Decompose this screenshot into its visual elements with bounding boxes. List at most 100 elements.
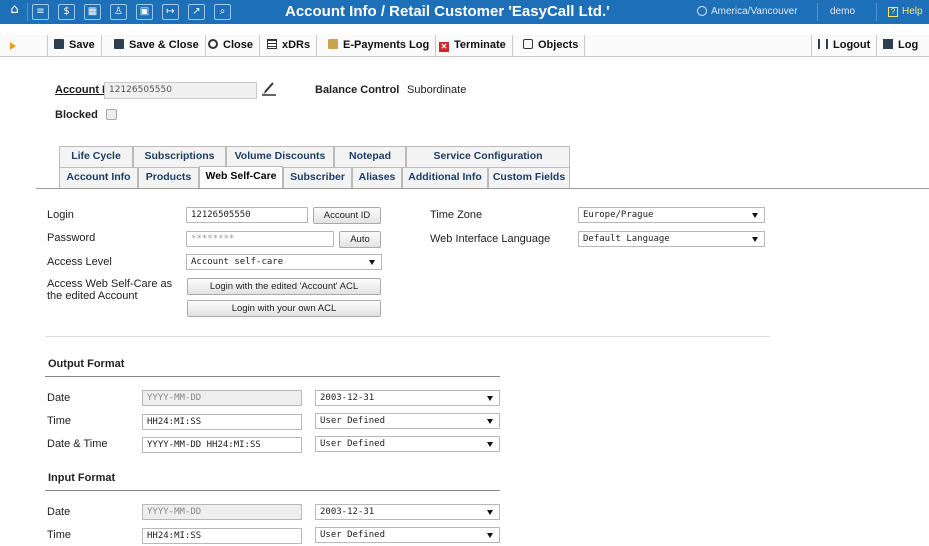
- input-time-input[interactable]: HH24:MI:SS: [142, 528, 302, 544]
- input-date-select[interactable]: 2003-12-31: [315, 504, 500, 520]
- export-icon[interactable]: ↦: [162, 4, 179, 20]
- tab-custom-fields[interactable]: Custom Fields: [488, 167, 570, 188]
- access-level-value: Account self-care: [191, 257, 284, 267]
- chart-icon[interactable]: ↗: [188, 4, 205, 20]
- objects-label: Objects: [538, 39, 579, 51]
- output-datetime-label: Date & Time: [47, 438, 108, 450]
- dropdown-arrow-icon: [487, 442, 493, 447]
- tab-account-info[interactable]: Account Info: [59, 167, 138, 188]
- output-datetime-input[interactable]: YYYY-MM-DD HH24:MI:SS: [142, 437, 302, 453]
- epayments-label: E-Payments Log: [343, 39, 430, 51]
- tab-divider: [36, 188, 929, 189]
- user-link[interactable]: demo: [830, 6, 855, 17]
- tab-products[interactable]: Products: [138, 167, 199, 188]
- xdrs-button[interactable]: xDRs: [261, 35, 318, 56]
- auto-button[interactable]: Auto: [339, 231, 381, 248]
- list-icon: [267, 39, 277, 49]
- output-date-input[interactable]: YYYY-MM-DD: [142, 390, 302, 406]
- logout-button[interactable]: Logout: [811, 35, 878, 56]
- tab-additional-info[interactable]: Additional Info: [402, 167, 488, 188]
- timezone-label: America/Vancouver: [711, 6, 798, 17]
- account-id-field: 12126505550: [104, 82, 257, 99]
- dropdown-arrow-icon: [752, 213, 758, 218]
- separator: [876, 3, 877, 21]
- input-format-title: Input Format: [48, 472, 116, 484]
- tab-aliases[interactable]: Aliases: [352, 167, 402, 188]
- login-label: Login: [47, 209, 74, 221]
- save-close-button[interactable]: Save & Close: [108, 35, 206, 56]
- output-datetime-select[interactable]: User Defined: [315, 436, 500, 452]
- access-wsc-label-2: the edited Account: [47, 290, 138, 302]
- input-date-input[interactable]: YYYY-MM-DD: [142, 504, 302, 520]
- separator: [27, 3, 28, 21]
- objects-button[interactable]: Objects: [517, 35, 586, 56]
- language-select[interactable]: Default Language: [578, 231, 765, 247]
- input-date-select-value: 2003-12-31: [320, 507, 375, 517]
- input-time-select[interactable]: User Defined: [315, 527, 500, 543]
- floppy-icon: [54, 39, 64, 49]
- output-time-label: Time: [47, 415, 72, 427]
- dollar-icon[interactable]: $: [58, 4, 75, 20]
- input-time-select-value: User Defined: [320, 530, 386, 540]
- output-format-title: Output Format: [48, 358, 125, 370]
- search-icon[interactable]: ⌕: [214, 4, 231, 20]
- tab-volume-discounts[interactable]: Volume Discounts: [226, 146, 334, 167]
- tab-subscriptions[interactable]: Subscriptions: [133, 146, 226, 167]
- objects-icon: [523, 39, 533, 49]
- dropdown-arrow-icon: [369, 260, 375, 265]
- output-format-rule: [45, 376, 500, 377]
- timezone-select[interactable]: Europe/Prague: [578, 207, 765, 223]
- output-time-select-value: User Defined: [320, 416, 386, 426]
- account-id-button[interactable]: Account ID: [313, 207, 381, 224]
- blocked-checkbox[interactable]: [106, 109, 117, 120]
- close-button[interactable]: Close: [202, 35, 260, 56]
- close-icon: [208, 39, 218, 49]
- login-edited-acl-button[interactable]: Login with the edited 'Account' ACL: [187, 278, 381, 295]
- timezone-link[interactable]: America/Vancouver: [697, 6, 798, 17]
- tab-life-cycle[interactable]: Life Cycle: [59, 146, 133, 167]
- tab-web-self-care[interactable]: Web Self-Care: [199, 166, 283, 188]
- dropdown-arrow-icon: [487, 510, 493, 515]
- output-time-input[interactable]: HH24:MI:SS: [142, 414, 302, 430]
- language-value: Default Language: [583, 234, 670, 244]
- tab-subscriber[interactable]: Subscriber: [283, 167, 352, 188]
- close-label: Close: [223, 39, 253, 51]
- person-icon[interactable]: ♙: [110, 4, 127, 20]
- language-label: Web Interface Language: [430, 233, 551, 245]
- apps-icon[interactable]: ▣: [136, 4, 153, 20]
- tab-notepad[interactable]: Notepad: [334, 146, 406, 167]
- output-datetime-select-value: User Defined: [320, 439, 386, 449]
- clock-icon: [697, 6, 707, 16]
- grid-icon[interactable]: ▦: [84, 4, 101, 20]
- terminate-icon: ✕: [439, 42, 449, 52]
- login-input[interactable]: 12126505550: [186, 207, 308, 223]
- help-link[interactable]: ? Help: [888, 6, 923, 17]
- log-label: Log: [898, 39, 919, 51]
- list-icon[interactable]: ≡: [32, 4, 49, 20]
- login-own-acl-button[interactable]: Login with your own ACL: [187, 300, 381, 317]
- access-level-label: Access Level: [47, 256, 112, 268]
- access-level-select[interactable]: Account self-care: [186, 254, 382, 270]
- separator: [817, 3, 818, 21]
- output-time-select[interactable]: User Defined: [315, 413, 500, 429]
- tab-service-configuration[interactable]: Service Configuration: [406, 146, 570, 167]
- log-icon: [883, 39, 893, 49]
- password-label: Password: [47, 232, 96, 244]
- balance-control-value: Subordinate: [407, 84, 467, 96]
- terminate-button[interactable]: ✕ Terminate: [433, 35, 513, 56]
- output-date-select[interactable]: 2003-12-31: [315, 390, 500, 406]
- timezone-label: Time Zone: [430, 209, 483, 221]
- log-button[interactable]: Log: [877, 35, 924, 56]
- input-format-rule: [45, 490, 500, 491]
- home-icon[interactable]: ⌂: [6, 3, 23, 19]
- logout-label: Logout: [833, 39, 871, 51]
- input-date-label: Date: [47, 506, 71, 518]
- input-time-label: Time: [47, 529, 72, 541]
- balance-control-label: Balance Control: [315, 84, 400, 96]
- logout-icon: [818, 39, 828, 49]
- password-input[interactable]: ********: [186, 231, 334, 247]
- epayments-log-button[interactable]: E-Payments Log: [322, 35, 437, 56]
- terminate-label: Terminate: [454, 39, 506, 51]
- edit-icon[interactable]: [262, 80, 276, 96]
- save-button[interactable]: Save: [47, 35, 102, 56]
